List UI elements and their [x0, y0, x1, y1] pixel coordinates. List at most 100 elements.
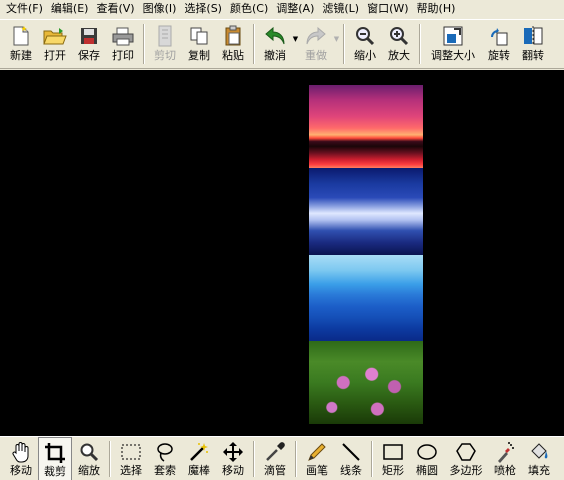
eyedropper-tool-label: 滴管: [264, 464, 286, 477]
frost-field-photo: [309, 168, 423, 255]
main-toolbar: 新建 打开 保存 打印 剪切 复制 粘贴 撤消 ▼ 重做 ▼ 缩小 放大 调整大…: [0, 19, 564, 69]
move-selection-tool-label: 移动: [222, 464, 244, 477]
paint-bucket-icon: [526, 440, 552, 464]
polygon-tool-label: 多边形: [449, 464, 483, 477]
zoom-in-label: 放大: [388, 49, 410, 62]
menu-color[interactable]: 颜色(C): [226, 0, 272, 18]
undo-label: 撤消: [264, 49, 286, 62]
rectangle-tool[interactable]: 矩形: [376, 437, 410, 480]
move-arrows-icon: [220, 440, 246, 464]
zoom-in-icon: [386, 24, 412, 48]
move-selection-tool[interactable]: 移动: [216, 437, 250, 480]
new-label: 新建: [10, 49, 32, 62]
print-label: 打印: [112, 49, 134, 62]
fill-tool[interactable]: 填充: [522, 437, 556, 480]
palette-separator: [371, 441, 373, 477]
menu-image[interactable]: 图像(I): [139, 0, 181, 18]
zoom-out-button[interactable]: 缩小: [348, 20, 382, 68]
magic-wand-tool[interactable]: 魔棒: [182, 437, 216, 480]
rectangle-icon: [380, 440, 406, 464]
spray-tool[interactable]: 喷枪: [488, 437, 522, 480]
polygon-tool[interactable]: 多边形: [444, 437, 488, 480]
copy-icon: [186, 24, 212, 48]
move-tool[interactable]: 移动: [4, 437, 38, 480]
open-label: 打开: [44, 49, 66, 62]
rotate-label: 旋转: [488, 49, 510, 62]
palette-separator: [253, 441, 255, 477]
zoom-out-label: 缩小: [354, 49, 376, 62]
ellipse-icon: [414, 440, 440, 464]
menu-view[interactable]: 查看(V): [92, 0, 138, 18]
menu-adjust[interactable]: 调整(A): [272, 0, 318, 18]
canvas-area[interactable]: [0, 70, 564, 436]
tool-palette: 移动 裁剪 缩放 选择 套索 魔棒 移动 滴管 画笔 线条 矩形 椭圆 多边形 …: [0, 436, 564, 480]
toolbar-separator: [253, 24, 255, 64]
rectangle-tool-label: 矩形: [382, 464, 404, 477]
rotate-icon: [486, 24, 512, 48]
redo-label: 重做: [305, 49, 327, 62]
menu-select[interactable]: 选择(S): [180, 0, 226, 18]
menu-window[interactable]: 窗口(W): [363, 0, 412, 18]
toolbar-separator: [343, 24, 345, 64]
menu-file[interactable]: 文件(F): [2, 0, 47, 18]
paste-label: 粘贴: [222, 49, 244, 62]
redo-dropdown-icon[interactable]: ▼: [333, 20, 340, 68]
resize-button[interactable]: 调整大小: [424, 20, 482, 68]
lasso-icon: [152, 440, 178, 464]
undo-dropdown-icon[interactable]: ▼: [292, 20, 299, 68]
ellipse-tool[interactable]: 椭圆: [410, 437, 444, 480]
zoom-tool[interactable]: 缩放: [72, 437, 106, 480]
lasso-tool[interactable]: 套索: [148, 437, 182, 480]
select-tool-label: 选择: [120, 464, 142, 477]
magnifier-icon: [76, 440, 102, 464]
eyedropper-tool[interactable]: 滴管: [258, 437, 292, 480]
sunset-photo: [309, 85, 423, 168]
blue-mountains-photo: [309, 255, 423, 341]
save-button[interactable]: 保存: [72, 20, 106, 68]
new-file-icon: [8, 24, 34, 48]
select-tool[interactable]: 选择: [114, 437, 148, 480]
cut-label: 剪切: [154, 49, 176, 62]
zoom-tool-label: 缩放: [78, 464, 100, 477]
palette-separator: [295, 441, 297, 477]
hand-icon: [8, 440, 34, 464]
undo-arrow-icon: [262, 24, 288, 48]
save-disk-icon: [76, 24, 102, 48]
magic-wand-icon: [186, 440, 212, 464]
crop-tool-label: 裁剪: [44, 465, 66, 478]
print-button[interactable]: 打印: [106, 20, 140, 68]
menu-filter[interactable]: 滤镜(L): [318, 0, 363, 18]
rotate-button[interactable]: 旋转: [482, 20, 516, 68]
paste-clipboard-icon: [220, 24, 246, 48]
menu-bar: 文件(F) 编辑(E) 查看(V) 图像(I) 选择(S) 颜色(C) 调整(A…: [0, 0, 564, 18]
spray-tool-label: 喷枪: [494, 464, 516, 477]
cut-icon: [152, 24, 178, 48]
line-tool[interactable]: 线条: [334, 437, 368, 480]
zoom-out-icon: [352, 24, 378, 48]
open-button[interactable]: 打开: [38, 20, 72, 68]
copy-label: 复制: [188, 49, 210, 62]
flip-icon: [520, 24, 546, 48]
paste-button[interactable]: 粘贴: [216, 20, 250, 68]
redo-button[interactable]: 重做: [299, 20, 333, 68]
undo-button[interactable]: 撤消: [258, 20, 292, 68]
crop-tool[interactable]: 裁剪: [38, 437, 72, 480]
zoom-in-button[interactable]: 放大: [382, 20, 416, 68]
open-folder-icon: [42, 24, 68, 48]
menu-help[interactable]: 帮助(H): [413, 0, 460, 18]
flip-button[interactable]: 翻转: [516, 20, 550, 68]
polygon-icon: [453, 440, 479, 464]
marquee-icon: [118, 440, 144, 464]
copy-button[interactable]: 复制: [182, 20, 216, 68]
line-icon: [338, 440, 364, 464]
new-button[interactable]: 新建: [4, 20, 38, 68]
resize-icon: [440, 24, 466, 48]
fill-tool-label: 填充: [528, 464, 550, 477]
redo-arrow-icon: [303, 24, 329, 48]
pencil-tool[interactable]: 画笔: [300, 437, 334, 480]
toolbar-separator: [143, 24, 145, 64]
cut-button[interactable]: 剪切: [148, 20, 182, 68]
printer-icon: [110, 24, 136, 48]
menu-edit[interactable]: 编辑(E): [47, 0, 93, 18]
move-tool-label: 移动: [10, 464, 32, 477]
